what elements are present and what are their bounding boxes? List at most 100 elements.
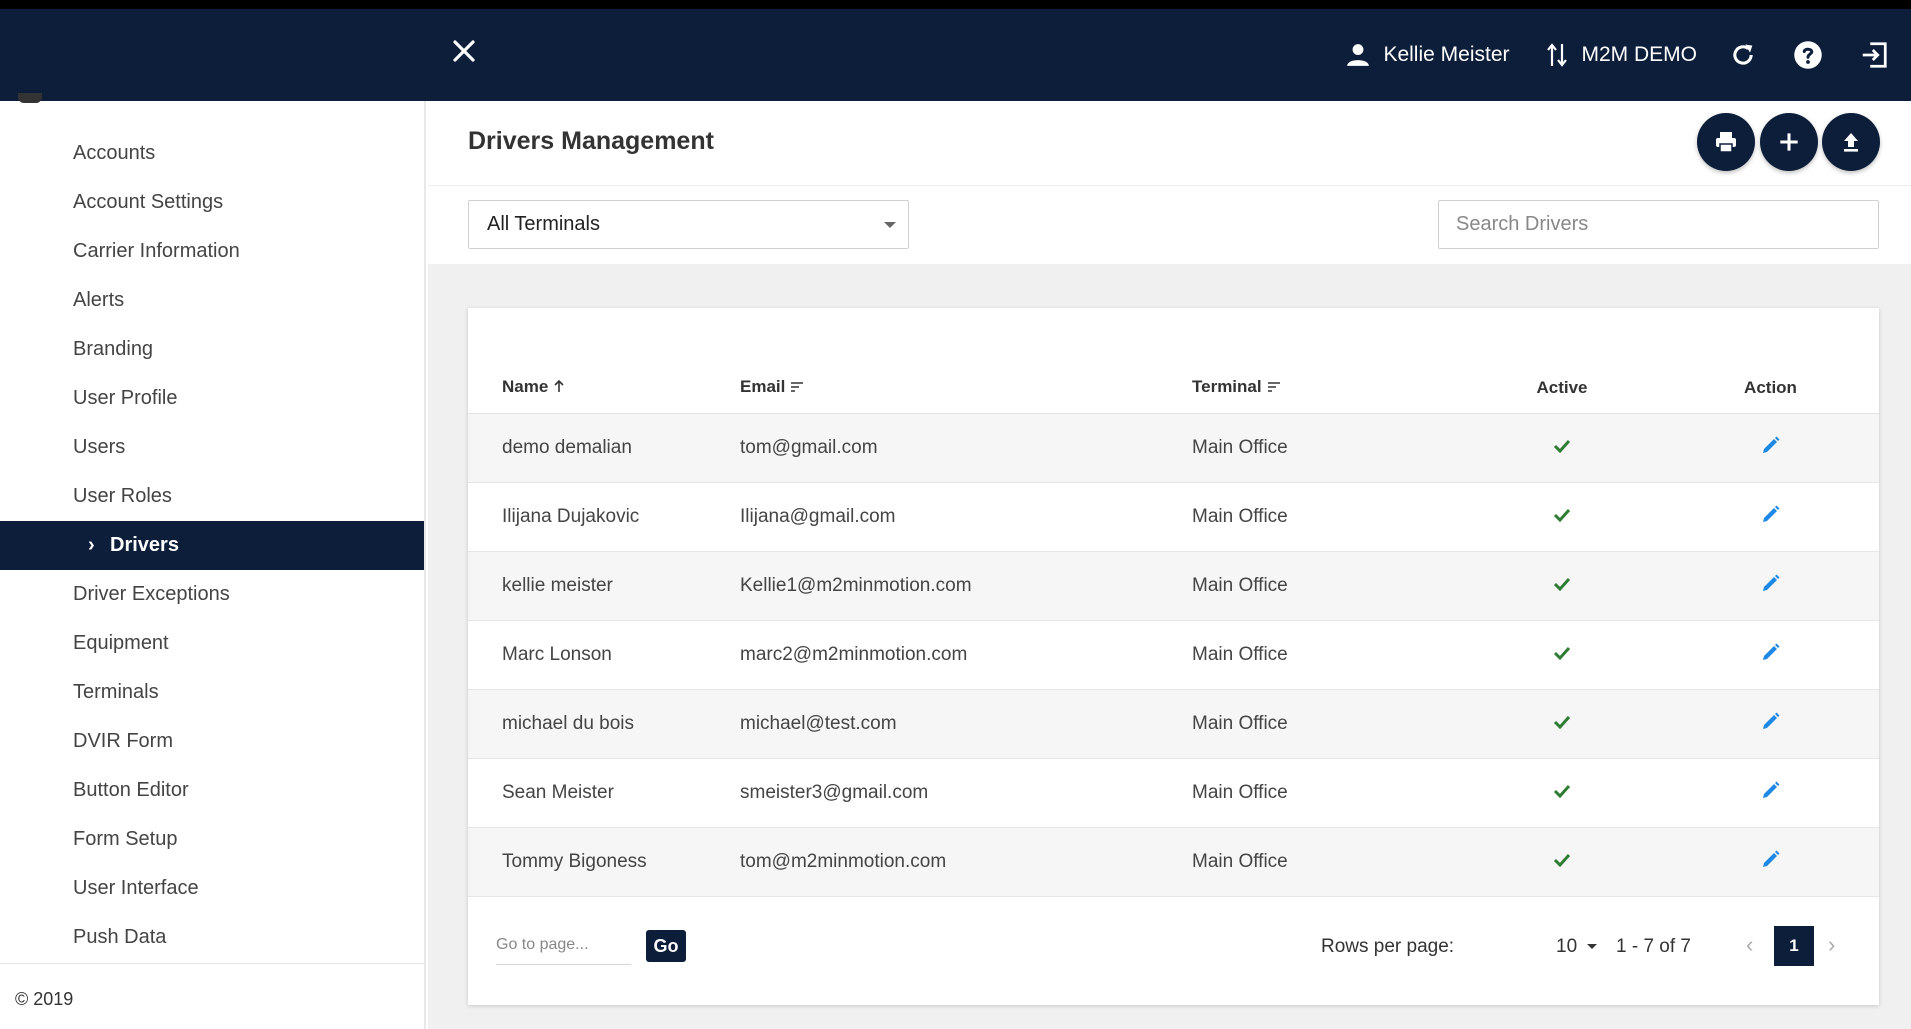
driver-action-cell	[1662, 413, 1879, 483]
driver-active-cell	[1462, 551, 1662, 621]
column-header-email[interactable]: Email	[740, 363, 1192, 414]
page-header: Drivers Management All Terminals	[428, 101, 1911, 264]
table-row: Marc Lonson marc2@m2minmotion.com Main Off…	[468, 620, 1879, 690]
user-icon	[1347, 44, 1370, 66]
help-icon[interactable]	[1793, 40, 1823, 70]
driver-name-cell: michael du bois	[468, 689, 740, 759]
sidebar-item-label: User Profile	[73, 387, 178, 409]
driver-action-cell	[1662, 620, 1879, 690]
table-row: Ilijana Dujakovic Ilijana@gmail.com Main O…	[468, 482, 1879, 552]
print-button[interactable]	[1697, 113, 1755, 171]
sidebar-item-equipment[interactable]: Equipment	[0, 619, 424, 668]
page-number-button[interactable]: 1	[1774, 926, 1814, 966]
sidebar-item-dvir-form[interactable]: DVIR Form	[0, 717, 424, 766]
driver-email-cell: tom@m2minmotion.com	[740, 827, 1192, 897]
driver-terminal-cell: Main Office	[1192, 758, 1462, 828]
sidebar-item-label: User Roles	[73, 485, 172, 507]
driver-name-cell: kellie meister	[468, 551, 740, 621]
driver-active-cell	[1462, 620, 1662, 690]
sort-icon	[1267, 378, 1281, 398]
add-driver-button[interactable]	[1760, 113, 1818, 171]
rows-per-page-label: Rows per page:	[1321, 936, 1455, 957]
edit-pencil-icon[interactable]	[1761, 504, 1781, 530]
column-header-terminal[interactable]: Terminal	[1192, 363, 1462, 414]
checkmark-icon	[1553, 646, 1571, 660]
previous-page-icon[interactable]: ‹	[1746, 932, 1753, 958]
column-header-action: Action	[1662, 363, 1879, 414]
search-drivers-input[interactable]	[1438, 200, 1879, 249]
close-icon[interactable]	[450, 37, 478, 65]
column-header-name[interactable]: Name	[468, 363, 740, 414]
driver-action-cell	[1662, 758, 1879, 828]
goto-page-input[interactable]	[496, 925, 631, 965]
sidebar-item-label: Alerts	[73, 289, 125, 311]
sidebar-item-label: Accounts	[73, 142, 156, 164]
sidebar-item-label: Terminals	[73, 681, 159, 703]
column-header-active: Active	[1462, 363, 1662, 414]
table-row: Tommy Bigoness tom@m2minmotion.com Main Of…	[468, 827, 1879, 897]
sidebar-item-terminals[interactable]: Terminals	[0, 668, 424, 717]
sidebar-item-label: User Interface	[73, 877, 199, 899]
edit-pencil-icon[interactable]	[1761, 573, 1781, 599]
checkmark-icon	[1553, 715, 1571, 729]
sidebar-item-label: Carrier Information	[73, 240, 240, 262]
driver-action-cell	[1662, 689, 1879, 759]
settings-heading-clipped	[18, 93, 158, 111]
driver-name-cell: Sean Meister	[468, 758, 740, 828]
sidebar-item-form-setup[interactable]: Form Setup	[0, 815, 424, 864]
driver-email-cell: smeister3@gmail.com	[740, 758, 1192, 828]
sidebar-item-drivers[interactable]: › Drivers	[0, 521, 424, 570]
sidebar-item-label: Equipment	[73, 632, 169, 654]
edit-pencil-icon[interactable]	[1761, 780, 1781, 806]
refresh-icon[interactable]	[1729, 41, 1757, 69]
page-range: 1 - 7 of 7	[1616, 936, 1691, 957]
org-switcher[interactable]: M2M DEMO	[1546, 42, 1698, 68]
sidebar-item-label: Account Settings	[73, 191, 224, 213]
sidebar-item-account-settings[interactable]: Account Settings	[0, 178, 424, 227]
sidebar-item-user-interface[interactable]: User Interface	[0, 864, 424, 913]
edit-pencil-icon[interactable]	[1761, 642, 1781, 668]
sidebar-item-label: DVIR Form	[73, 730, 173, 752]
settings-nav: Accounts Account Settings Carrier Informat…	[0, 129, 424, 962]
sidebar-item-alerts[interactable]: Alerts	[0, 276, 424, 325]
go-button[interactable]: Go	[646, 930, 686, 962]
checkmark-icon	[1553, 439, 1571, 453]
user-menu[interactable]: Kellie Meister	[1345, 42, 1510, 68]
table-row: Sean Meister smeister3@gmail.com Main Offi…	[468, 758, 1879, 828]
table-row: demo demalian tom@gmail.com Main Office	[468, 413, 1879, 483]
org-name: M2M DEMO	[1581, 43, 1698, 66]
sidebar-item-branding[interactable]: Branding	[0, 325, 424, 374]
sidebar-item-label: Button Editor	[73, 779, 189, 801]
logout-icon[interactable]	[1859, 40, 1889, 70]
driver-terminal-cell: Main Office	[1192, 620, 1462, 690]
next-page-icon[interactable]: ›	[1828, 932, 1835, 958]
checkmark-icon	[1553, 508, 1571, 522]
sidebar-item-label: Push Data	[73, 926, 167, 948]
user-name: Kellie Meister	[1383, 43, 1510, 66]
drivers-table: Name Email Terminal Active Action demo d…	[468, 363, 1879, 897]
sidebar-item-label: Users	[73, 436, 126, 458]
edit-pencil-icon[interactable]	[1761, 711, 1781, 737]
sidebar-item-accounts[interactable]: Accounts	[0, 129, 424, 178]
edit-pencil-icon[interactable]	[1761, 849, 1781, 875]
chevron-down-icon	[884, 222, 896, 228]
sidebar-item-user-roles[interactable]: User Roles	[0, 472, 424, 521]
driver-email-cell: tom@gmail.com	[740, 413, 1192, 483]
rows-per-page-select[interactable]: 10	[1556, 936, 1598, 958]
terminal-filter-select[interactable]: All Terminals	[468, 200, 909, 249]
terminal-filter-value: All Terminals	[487, 213, 600, 235]
sidebar-item-carrier-information[interactable]: Carrier Information	[0, 227, 424, 276]
chevron-down-icon	[1587, 944, 1598, 950]
sidebar-item-users[interactable]: Users	[0, 423, 424, 472]
upload-button[interactable]	[1822, 113, 1880, 171]
sidebar-item-label: Driver Exceptions	[73, 583, 230, 605]
sidebar-item-user-profile[interactable]: User Profile	[0, 374, 424, 423]
sidebar-item-driver-exceptions[interactable]: Driver Exceptions	[0, 570, 424, 619]
driver-active-cell	[1462, 827, 1662, 897]
driver-terminal-cell: Main Office	[1192, 827, 1462, 897]
edit-pencil-icon[interactable]	[1761, 435, 1781, 461]
sidebar-item-button-editor[interactable]: Button Editor	[0, 766, 424, 815]
print-icon	[1716, 132, 1736, 153]
driver-active-cell	[1462, 689, 1662, 759]
sidebar-item-push-data[interactable]: Push Data	[0, 913, 424, 962]
